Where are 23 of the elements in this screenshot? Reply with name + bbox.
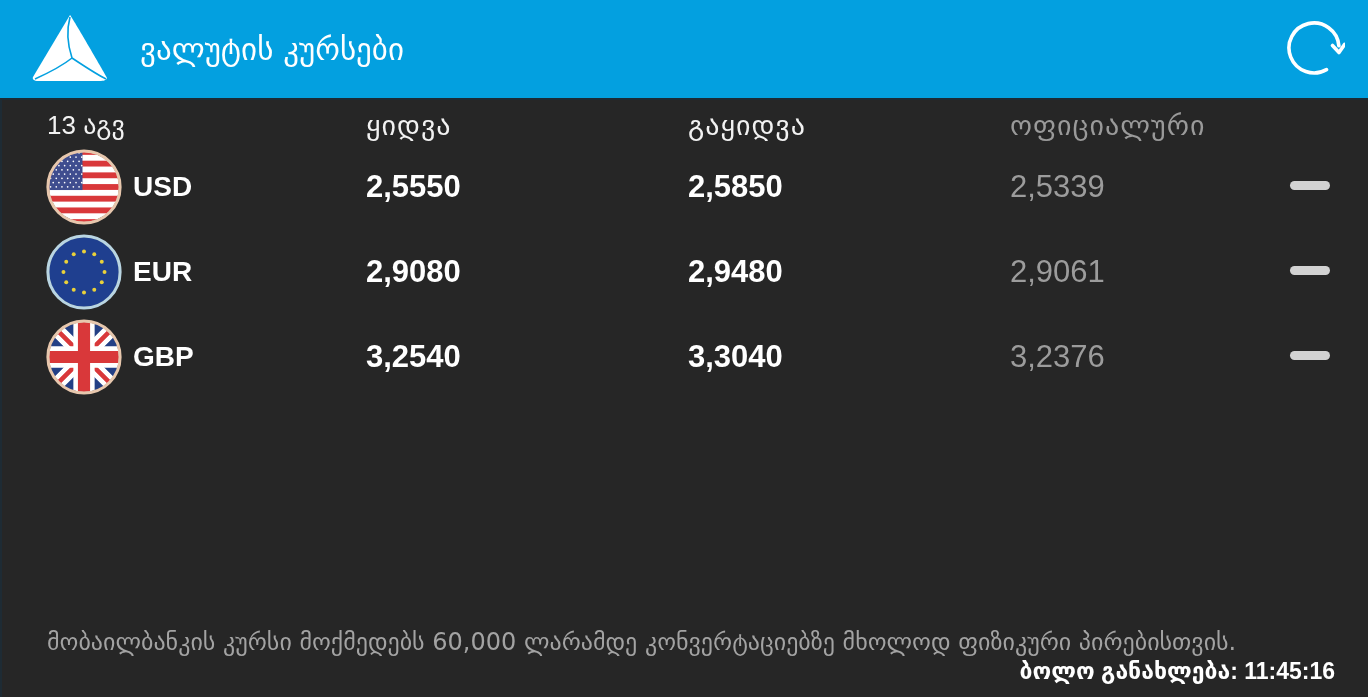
official-rate: 3,2376	[1010, 338, 1106, 375]
buy-rate: 3,2540	[366, 338, 462, 375]
currency-code: USD	[133, 170, 193, 203]
buy-rate: 2,5550	[366, 168, 462, 205]
eu-flag-icon	[46, 233, 122, 310]
column-header: ყიდვა	[366, 108, 453, 142]
official-rate: 2,5339	[1010, 168, 1106, 205]
triangle-logo-icon	[32, 14, 108, 82]
column-header: გაყიდვა	[688, 108, 807, 142]
currency-code: EUR	[133, 255, 193, 288]
currency-code: GBP	[133, 340, 194, 373]
sell-rate: 2,5850	[688, 168, 784, 205]
buy-rate: 2,9080	[366, 253, 462, 290]
app-title: ვალუტის კურსები	[140, 31, 405, 67]
uk-flag-icon	[46, 318, 122, 395]
sell-rate: 3,3040	[688, 338, 784, 375]
column-header: 13 აგვ	[47, 109, 126, 141]
sell-rate: 2,9480	[688, 253, 784, 290]
last-updated-text: ბოლო განახლება: 11:45:16	[1019, 658, 1335, 685]
us-flag-icon	[46, 148, 122, 225]
official-rate: 2,9061	[1010, 253, 1106, 290]
column-header: ოფიციალური	[1010, 108, 1207, 142]
footnote-text: მობაილბანკის კურსი მოქმედებს 60,000 ლარამდე კონვერტაციებზე მხოლოდ ფიზიკური პირებისთვის.	[47, 628, 1237, 656]
